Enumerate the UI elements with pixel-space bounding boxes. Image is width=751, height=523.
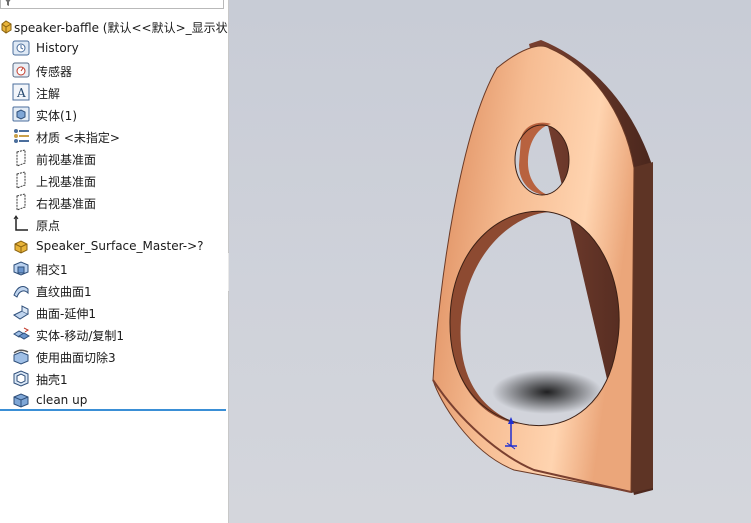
tree-item[interactable]: 相交1 xyxy=(0,257,228,279)
tree-item[interactable]: 曲面-延伸1 xyxy=(0,301,228,323)
rollback-bar[interactable] xyxy=(0,409,226,411)
solid-bodies-icon xyxy=(12,105,30,123)
ruled-surface-icon xyxy=(12,281,30,299)
tree-item-label: 原点 xyxy=(36,219,61,233)
tree-item[interactable]: 使用曲面切除3 xyxy=(0,345,228,367)
history-icon xyxy=(12,39,30,57)
tree-item-label: 前视基准面 xyxy=(36,153,97,167)
tree-item-label: 传感器 xyxy=(36,65,73,79)
tree-item-label: 材质 <未指定> xyxy=(36,131,120,145)
tree-item-label: 曲面-延伸1 xyxy=(36,307,96,321)
tree-item[interactable]: 材质 <未指定> xyxy=(0,125,228,147)
tree-item[interactable]: 实体(1) xyxy=(0,103,228,125)
tree-item[interactable]: History xyxy=(0,37,228,59)
tree-item-label: 相交1 xyxy=(36,263,68,277)
external-part-icon xyxy=(12,237,30,255)
tree-item-label: 抽壳1 xyxy=(36,373,68,387)
sensor-icon xyxy=(12,61,30,79)
tree-item-label: 实体-移动/复制1 xyxy=(36,329,125,343)
tree-item[interactable]: 实体-移动/复制1 xyxy=(0,323,228,345)
tree-item[interactable]: clean up xyxy=(0,389,228,411)
tree-item-label: 直纹曲面1 xyxy=(36,285,92,299)
tree-item-label: Speaker_Surface_Master->? xyxy=(36,239,204,253)
tree-item[interactable]: 抽壳1 xyxy=(0,367,228,389)
move-copy-body-icon xyxy=(12,325,30,343)
tree-item-label: clean up xyxy=(36,393,88,407)
tree-item[interactable]: Speaker_Surface_Master->? xyxy=(0,235,228,257)
tree-item[interactable]: 原点 xyxy=(0,213,228,235)
tree-item-label: History xyxy=(36,41,79,55)
clean-up-icon xyxy=(12,391,30,409)
tree-item-label: 右视基准面 xyxy=(36,197,97,211)
document-title: speaker-baffle (默认<<默认>_显示状 xyxy=(14,21,228,35)
model-view[interactable] xyxy=(229,0,751,523)
tree-item-label: 注解 xyxy=(36,87,61,101)
tree-item[interactable]: 直纹曲面1 xyxy=(0,279,228,301)
annotation-icon: A xyxy=(12,83,30,101)
tree-item[interactable]: 前视基准面 xyxy=(0,147,228,169)
surface-cut-icon xyxy=(12,347,30,365)
plane-icon xyxy=(12,171,30,189)
origin-icon xyxy=(12,215,30,233)
tree-item[interactable]: 上视基准面 xyxy=(0,169,228,191)
plane-icon xyxy=(12,193,30,211)
tree-item-label: 使用曲面切除3 xyxy=(36,351,116,365)
part-right-side-face[interactable] xyxy=(631,162,653,493)
tree-item-label: 实体(1) xyxy=(36,109,77,123)
tree-item[interactable]: 右视基准面 xyxy=(0,191,228,213)
tree-filter-box[interactable] xyxy=(0,0,224,9)
tree-item[interactable]: A 注解 xyxy=(0,81,228,103)
tree-item-label: 上视基准面 xyxy=(36,175,97,189)
svg-text:A: A xyxy=(16,86,26,100)
feature-manager-tree: speaker-baffle (默认<<默认>_显示状 History 传感器 A 注… xyxy=(0,0,229,523)
surface-extend-icon xyxy=(12,303,30,321)
tree-root-part[interactable]: speaker-baffle (默认<<默认>_显示状 xyxy=(0,17,228,37)
cast-shadow xyxy=(492,370,602,414)
filter-icon[interactable] xyxy=(4,0,12,6)
shell-icon xyxy=(12,369,30,387)
plane-icon xyxy=(12,149,30,167)
part-icon xyxy=(1,20,12,34)
material-icon xyxy=(12,127,30,145)
intersect-icon xyxy=(12,259,30,277)
graphics-viewport[interactable] xyxy=(229,0,751,523)
tree-item[interactable]: 传感器 xyxy=(0,59,228,81)
